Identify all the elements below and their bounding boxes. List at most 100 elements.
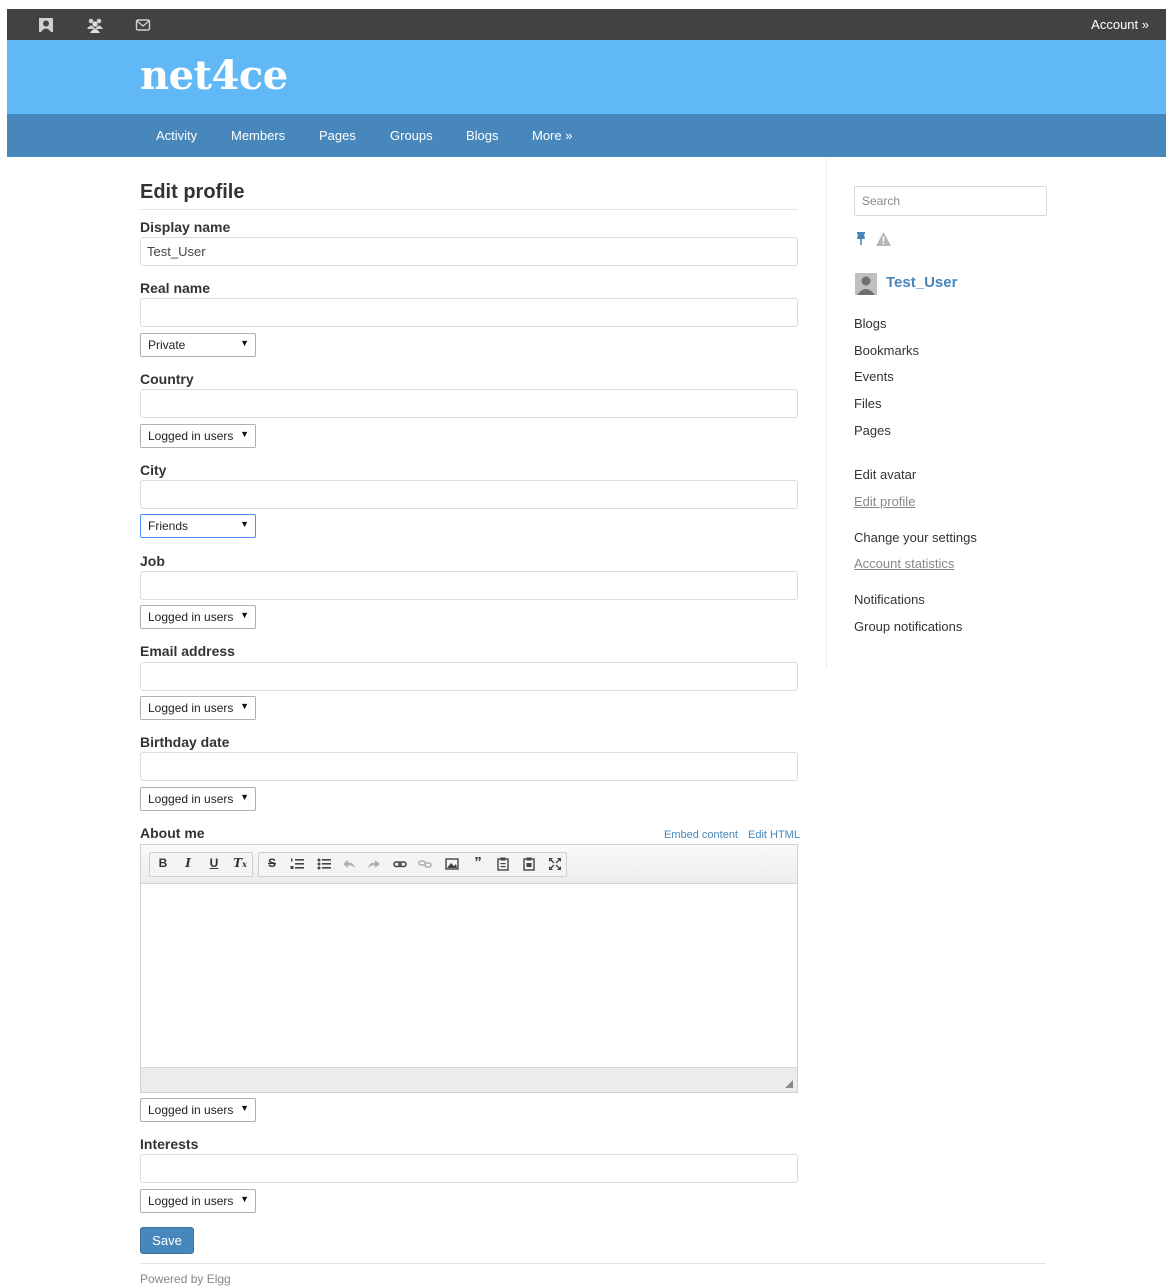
italic-button[interactable]: I xyxy=(181,856,195,870)
underline-button[interactable]: U xyxy=(207,856,221,870)
sidebar-item-group-notifications[interactable]: Group notifications xyxy=(854,619,962,634)
sidebar-item-notifications[interactable]: Notifications xyxy=(854,592,925,607)
display-name-input[interactable]: Test_User xyxy=(140,237,798,266)
footer-divider xyxy=(140,1263,1046,1264)
display-name-label: Display name xyxy=(140,219,231,235)
main-nav: Activity Members Pages Groups Blogs More… xyxy=(7,114,1166,157)
footer-powered-by[interactable]: Powered by Elgg xyxy=(140,1272,231,1286)
email-input[interactable] xyxy=(140,662,798,691)
ordered-list-icon[interactable] xyxy=(290,858,304,873)
remove-format-button[interactable]: Tx xyxy=(233,856,247,870)
bullet-list-icon[interactable] xyxy=(317,858,331,873)
interests-label: Interests xyxy=(140,1136,199,1152)
job-access-select[interactable]: Logged in users ▼ xyxy=(140,605,256,629)
email-label: Email address xyxy=(140,643,235,659)
select-value: Logged in users xyxy=(148,610,234,624)
city-label: City xyxy=(140,462,167,478)
dropdown-arrow-icon: ▼ xyxy=(240,1103,249,1113)
real-name-input[interactable] xyxy=(140,298,798,327)
interests-input[interactable] xyxy=(140,1154,798,1183)
city-input[interactable] xyxy=(140,480,798,509)
sidebar-item-change-settings[interactable]: Change your settings xyxy=(854,530,977,545)
unlink-icon[interactable] xyxy=(418,858,432,873)
embed-content-link[interactable]: Embed content xyxy=(664,829,738,841)
edit-html-link[interactable]: Edit HTML xyxy=(748,829,800,841)
select-value: Friends xyxy=(148,519,189,533)
city-access-select[interactable]: Friends ▼ xyxy=(140,514,256,538)
resize-grip-icon[interactable] xyxy=(785,1080,793,1088)
birthday-label: Birthday date xyxy=(140,734,230,750)
birthday-access-select[interactable]: Logged in users ▼ xyxy=(140,787,256,811)
dropdown-arrow-icon: ▼ xyxy=(240,429,249,439)
topbar: Account » xyxy=(7,9,1166,40)
avatar[interactable] xyxy=(855,273,877,295)
job-input[interactable] xyxy=(140,571,798,600)
sidebar-divider xyxy=(826,158,827,668)
interests-access-select[interactable]: Logged in users ▼ xyxy=(140,1189,256,1213)
site-header: net4ce xyxy=(7,40,1166,114)
undo-icon[interactable] xyxy=(342,858,356,873)
real-name-access-select[interactable]: Private ▼ xyxy=(140,333,256,357)
pin-icon[interactable] xyxy=(855,231,867,247)
sidebar-user-name[interactable]: Test_User xyxy=(886,274,957,291)
messages-icon[interactable] xyxy=(135,17,151,33)
paste-word-icon[interactable] xyxy=(522,857,536,874)
country-access-select[interactable]: Logged in users ▼ xyxy=(140,424,256,448)
link-icon[interactable] xyxy=(393,858,407,873)
image-icon[interactable] xyxy=(445,858,459,873)
account-menu[interactable]: Account » xyxy=(1091,17,1149,32)
profile-icon[interactable] xyxy=(38,17,54,33)
about-access-select[interactable]: Logged in users ▼ xyxy=(140,1098,256,1122)
dropdown-arrow-icon: ▼ xyxy=(240,519,249,529)
sidebar-item-bookmarks[interactable]: Bookmarks xyxy=(854,343,919,358)
sidebar-item-edit-profile[interactable]: Edit profile xyxy=(854,494,915,509)
redo-icon[interactable] xyxy=(367,858,381,873)
strikethrough-button[interactable]: S xyxy=(265,856,279,870)
maximize-icon[interactable] xyxy=(548,857,562,874)
dropdown-arrow-icon: ▼ xyxy=(240,338,249,348)
nav-more[interactable]: More » xyxy=(532,128,572,143)
email-access-select[interactable]: Logged in users ▼ xyxy=(140,696,256,720)
job-label: Job xyxy=(140,553,165,569)
select-value: Logged in users xyxy=(148,429,234,443)
nav-pages[interactable]: Pages xyxy=(319,128,356,143)
dropdown-arrow-icon: ▼ xyxy=(240,792,249,802)
tools-group xyxy=(258,852,567,877)
dropdown-arrow-icon: ▼ xyxy=(240,1194,249,1204)
about-label: About me xyxy=(140,825,205,841)
nav-blogs[interactable]: Blogs xyxy=(466,128,499,143)
site-logo[interactable]: net4ce xyxy=(140,52,288,99)
about-text-area[interactable] xyxy=(141,884,797,1068)
nav-activity[interactable]: Activity xyxy=(156,128,197,143)
about-editor: B I U Tx S ” xyxy=(140,844,798,1093)
select-value: Logged in users xyxy=(148,1194,234,1208)
sidebar-item-pages[interactable]: Pages xyxy=(854,423,891,438)
bold-button[interactable]: B xyxy=(156,856,170,870)
select-value: Logged in users xyxy=(148,1103,234,1117)
sidebar-item-events[interactable]: Events xyxy=(854,369,894,384)
report-icon[interactable] xyxy=(875,231,892,247)
dropdown-arrow-icon: ▼ xyxy=(240,610,249,620)
editor-toolbar: B I U Tx S ” xyxy=(141,845,797,884)
dropdown-arrow-icon: ▼ xyxy=(240,701,249,711)
friends-icon[interactable] xyxy=(86,17,103,33)
blockquote-icon[interactable]: ” xyxy=(471,854,485,871)
country-input[interactable] xyxy=(140,389,798,418)
birthday-input[interactable] xyxy=(140,752,798,781)
page-title: Edit profile xyxy=(140,181,245,203)
select-value: Private xyxy=(148,338,186,352)
nav-groups[interactable]: Groups xyxy=(390,128,433,143)
nav-members[interactable]: Members xyxy=(231,128,285,143)
search-input[interactable]: Search xyxy=(854,186,1047,216)
sidebar-item-blogs[interactable]: Blogs xyxy=(854,316,887,331)
country-label: Country xyxy=(140,371,194,387)
sidebar-item-account-statistics[interactable]: Account statistics xyxy=(854,556,954,571)
select-value: Logged in users xyxy=(148,792,234,806)
save-button[interactable]: Save xyxy=(140,1227,194,1254)
paste-text-icon[interactable] xyxy=(496,857,510,874)
real-name-label: Real name xyxy=(140,280,211,296)
select-value: Logged in users xyxy=(148,701,234,715)
editor-statusbar xyxy=(141,1067,797,1092)
sidebar-item-edit-avatar[interactable]: Edit avatar xyxy=(854,467,916,482)
sidebar-item-files[interactable]: Files xyxy=(854,396,881,411)
